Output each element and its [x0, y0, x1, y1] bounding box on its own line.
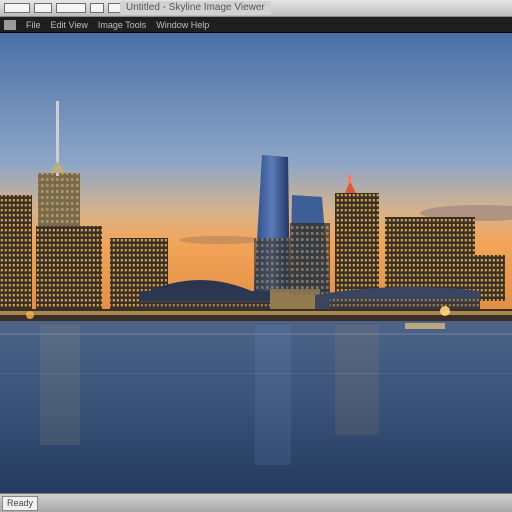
- menu-item-window-help[interactable]: Window Help: [156, 18, 209, 32]
- toolbar-buttons: [4, 3, 128, 13]
- status-text: Ready: [2, 496, 39, 511]
- toolbar-button-save[interactable]: [34, 3, 52, 13]
- app-menu-icon[interactable]: [4, 19, 16, 30]
- image-canvas[interactable]: [0, 33, 512, 493]
- toolbar-button-open[interactable]: [4, 3, 30, 13]
- status-bar: Ready: [0, 493, 512, 512]
- toolbar-button-zoom[interactable]: [90, 3, 104, 13]
- window-title: Untitled - Skyline Image Viewer: [120, 1, 271, 15]
- menu-bar: File Edit View Image Tools Window Help: [0, 17, 512, 33]
- menu-item-edit-view[interactable]: Edit View: [51, 18, 88, 32]
- city-skyline-image: [0, 33, 512, 493]
- window-title-bar: Untitled - Skyline Image Viewer: [0, 0, 512, 17]
- menu-item-file[interactable]: File: [26, 18, 41, 32]
- toolbar-button-print[interactable]: [56, 3, 86, 13]
- menu-item-image-tools[interactable]: Image Tools: [98, 18, 146, 32]
